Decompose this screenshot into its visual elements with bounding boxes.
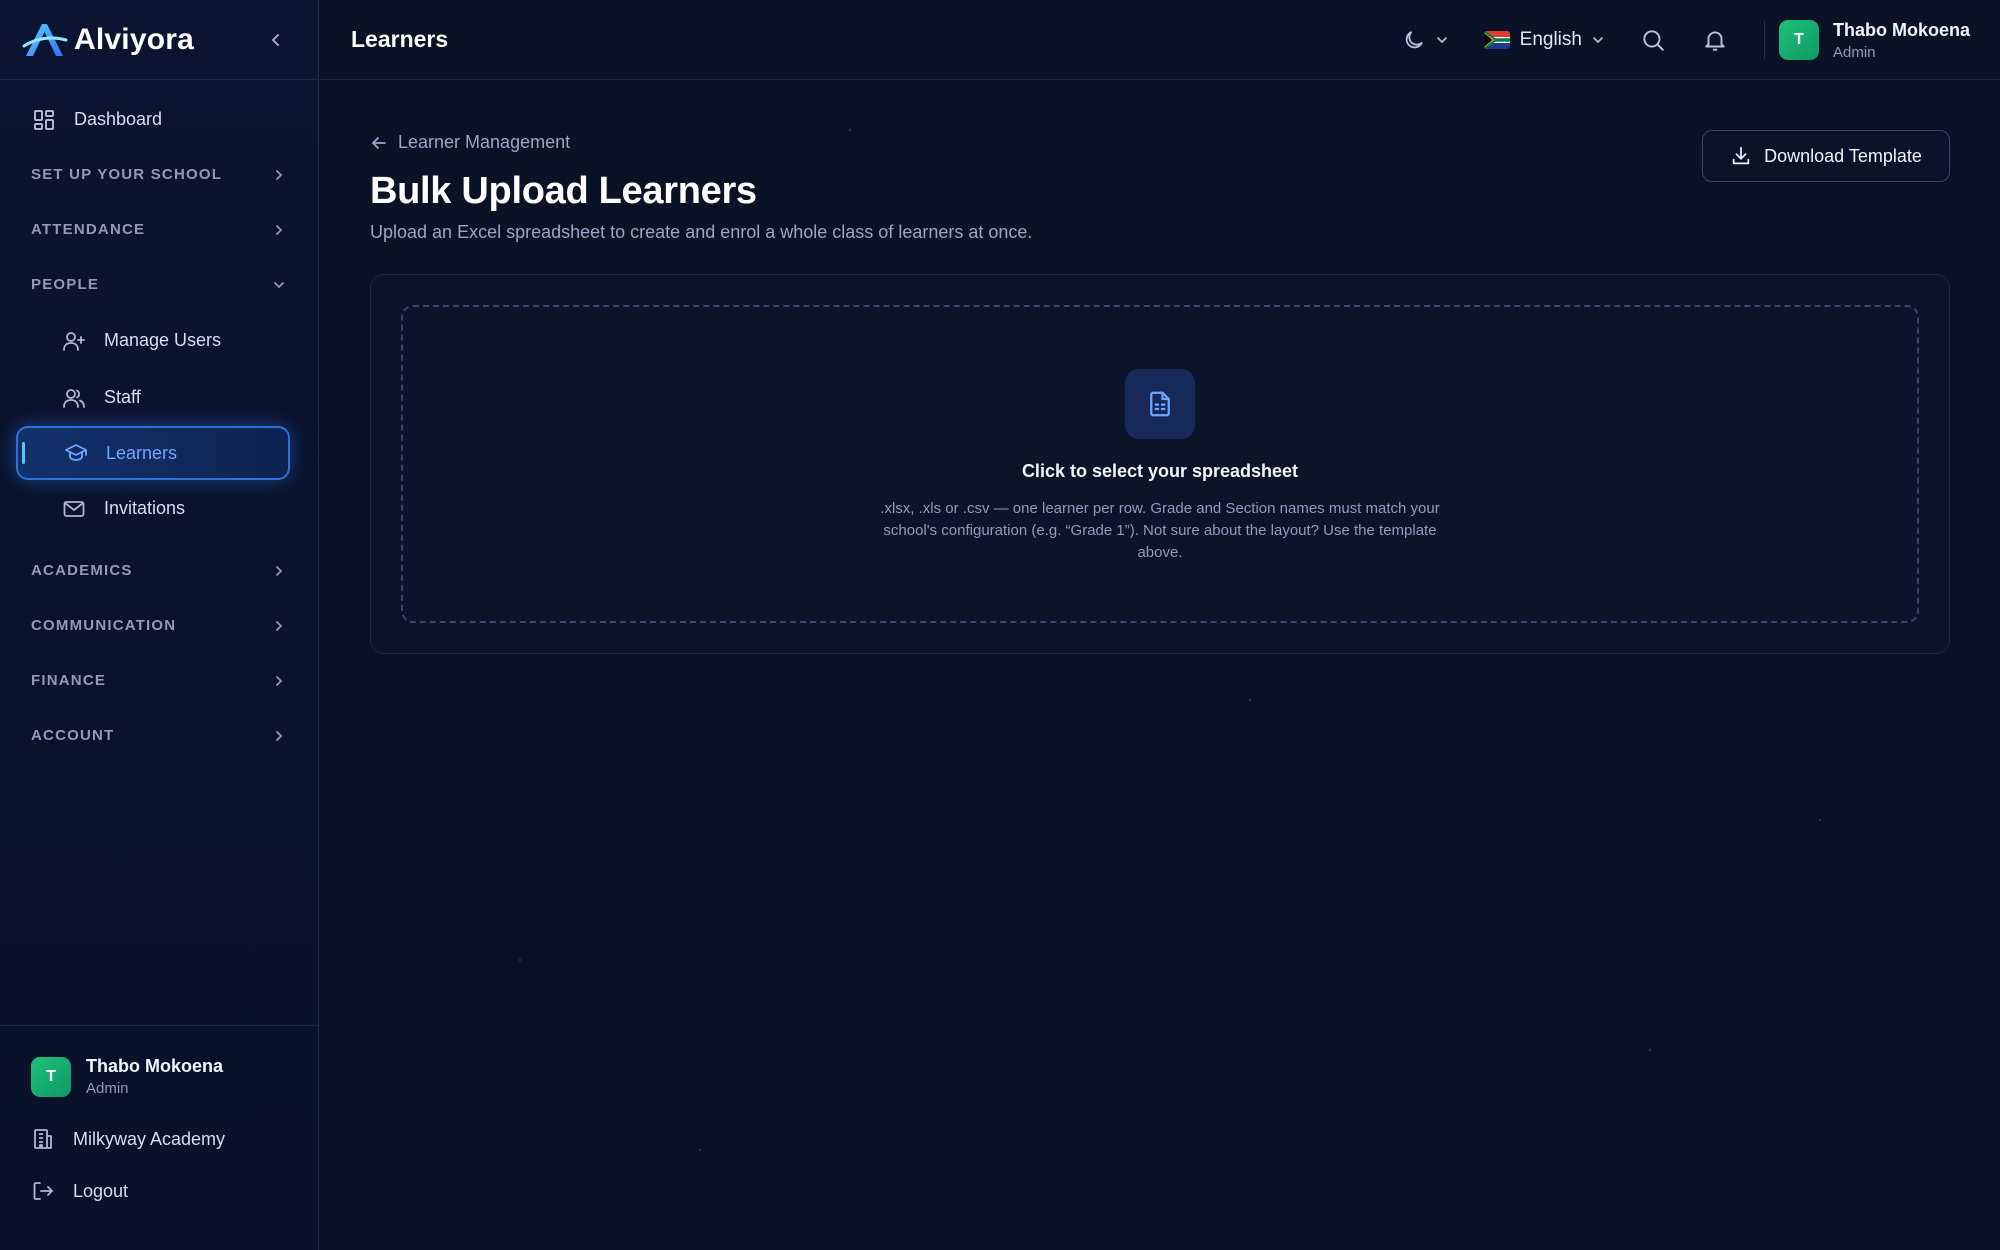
spreadsheet-file-icon: [1150, 391, 1170, 417]
sidebar-item-manage-users[interactable]: Manage Users: [0, 312, 318, 369]
section-label: ATTENDANCE: [31, 221, 146, 238]
chevron-down-icon: [1593, 37, 1603, 44]
topbar: Learners English T Thabo Mokoena Admin: [320, 0, 2000, 80]
sidebar-section-academics[interactable]: ACADEMICS: [0, 543, 318, 598]
section-label: ACCOUNT: [31, 727, 115, 744]
avatar: T: [31, 1056, 71, 1097]
section-label: ACADEMICS: [31, 562, 133, 579]
sidebar-item-invitations[interactable]: Invitations: [0, 480, 318, 537]
sidebar-section-communication[interactable]: COMMUNICATION: [0, 598, 318, 653]
school-switcher[interactable]: Milkyway Academy: [31, 1127, 288, 1151]
chevron-down-icon: [1436, 37, 1447, 44]
sidebar: Alviyora Dashboard SET UP YOUR SCHOOL AT…: [0, 0, 319, 1250]
page-title: Bulk Upload Learners: [370, 170, 757, 212]
user-name: Thabo Mokoena: [86, 1056, 224, 1076]
page-heading: Learners: [351, 26, 449, 52]
file-dropzone[interactable]: Click to select your spreadsheet .xlsx, …: [401, 305, 1919, 623]
sidebar-item-label: Staff: [104, 387, 141, 407]
south-africa-flag-icon: [1483, 31, 1510, 49]
sidebar-footer: T Thabo Mokoena Admin Milkyway Academy L…: [0, 1025, 319, 1250]
chevron-left-icon: [272, 34, 279, 46]
language-selector[interactable]: English: [1483, 29, 1604, 51]
sidebar-item-staff[interactable]: Staff: [0, 369, 318, 426]
search-button[interactable]: [1640, 27, 1666, 53]
file-badge: [1125, 369, 1195, 439]
theme-toggle-button[interactable]: [1402, 28, 1448, 52]
user-role: Admin: [1832, 43, 1876, 61]
collapse-sidebar-button[interactable]: [262, 26, 290, 54]
brand-name: Alviyora: [74, 22, 194, 56]
search-icon: [1643, 30, 1664, 51]
top-actions: English T Thabo Mokoena Admin: [1402, 0, 1970, 80]
topbar-divider: [1763, 20, 1765, 60]
breadcrumb-label: Learner Management: [398, 132, 571, 152]
download-template-label: Download Template: [1764, 145, 1922, 166]
language-label: English: [1519, 29, 1582, 50]
chevron-right-icon: [276, 224, 283, 235]
sidebar-section-people[interactable]: PEOPLE: [0, 257, 318, 312]
sidebar-item-label: Manage Users: [104, 330, 222, 350]
sidebar-user-card[interactable]: T Thabo Mokoena Admin: [31, 1056, 288, 1097]
logout-button[interactable]: Logout: [31, 1179, 288, 1203]
user-role: Admin: [86, 1080, 129, 1097]
sidebar-item-label: Dashboard: [74, 109, 163, 129]
sidebar-item-label: Learners: [106, 442, 178, 463]
brand-mark-icon: [22, 23, 68, 56]
logout-icon: [31, 1179, 55, 1203]
moon-icon: [1405, 31, 1423, 49]
user-plus-icon: [62, 329, 86, 353]
brand-logo: Alviyora: [22, 20, 194, 60]
chevron-right-icon: [276, 565, 283, 576]
breadcrumb-back-link[interactable]: Learner Management: [370, 132, 570, 153]
sidebar-item-dashboard[interactable]: Dashboard: [0, 92, 318, 147]
chevron-right-icon: [276, 675, 283, 686]
notifications-button[interactable]: [1702, 27, 1728, 53]
sidebar-item-learners[interactable]: Learners: [16, 426, 290, 480]
sidebar-item-label: Invitations: [104, 498, 186, 518]
users-icon: [62, 386, 86, 410]
chevron-down-icon: [274, 281, 284, 288]
chevron-right-icon: [276, 169, 283, 180]
section-label: SET UP YOUR SCHOOL: [31, 166, 223, 183]
chevron-right-icon: [276, 730, 283, 741]
upload-card: Click to select your spreadsheet .xlsx, …: [370, 274, 1950, 654]
user-name: Thabo Mokoena: [1832, 19, 1970, 40]
page-subtitle: Upload an Excel spreadsheet to create an…: [370, 222, 1033, 242]
logout-label: Logout: [73, 1180, 129, 1201]
sidebar-section-finance[interactable]: FINANCE: [0, 653, 318, 708]
bell-icon: [1705, 31, 1725, 51]
arrow-left-icon: [372, 136, 386, 149]
section-label: COMMUNICATION: [31, 617, 177, 634]
dropzone-description: .xlsx, .xls or .csv — one learner per ro…: [880, 500, 1440, 561]
section-label: FINANCE: [31, 672, 107, 689]
sidebar-section-attendance[interactable]: ATTENDANCE: [0, 202, 318, 257]
sidebar-nav: Dashboard SET UP YOUR SCHOOL ATTENDANCE …: [0, 80, 318, 763]
dashboard-grid-icon: [32, 108, 56, 132]
download-template-button[interactable]: Download Template: [1702, 130, 1950, 182]
sidebar-section-setup[interactable]: SET UP YOUR SCHOOL: [0, 147, 318, 202]
building-icon: [31, 1127, 55, 1151]
dropzone-title: Click to select your spreadsheet: [1021, 461, 1299, 481]
user-menu[interactable]: T Thabo Mokoena Admin: [1778, 19, 1970, 61]
chevron-right-icon: [276, 620, 283, 631]
download-icon: [1732, 146, 1750, 165]
section-label: PEOPLE: [31, 276, 100, 293]
school-name: Milkyway Academy: [73, 1128, 226, 1149]
sidebar-section-account[interactable]: ACCOUNT: [0, 708, 318, 763]
mail-icon: [62, 497, 86, 521]
avatar: T: [1778, 20, 1819, 60]
graduation-cap-icon: [64, 441, 88, 465]
